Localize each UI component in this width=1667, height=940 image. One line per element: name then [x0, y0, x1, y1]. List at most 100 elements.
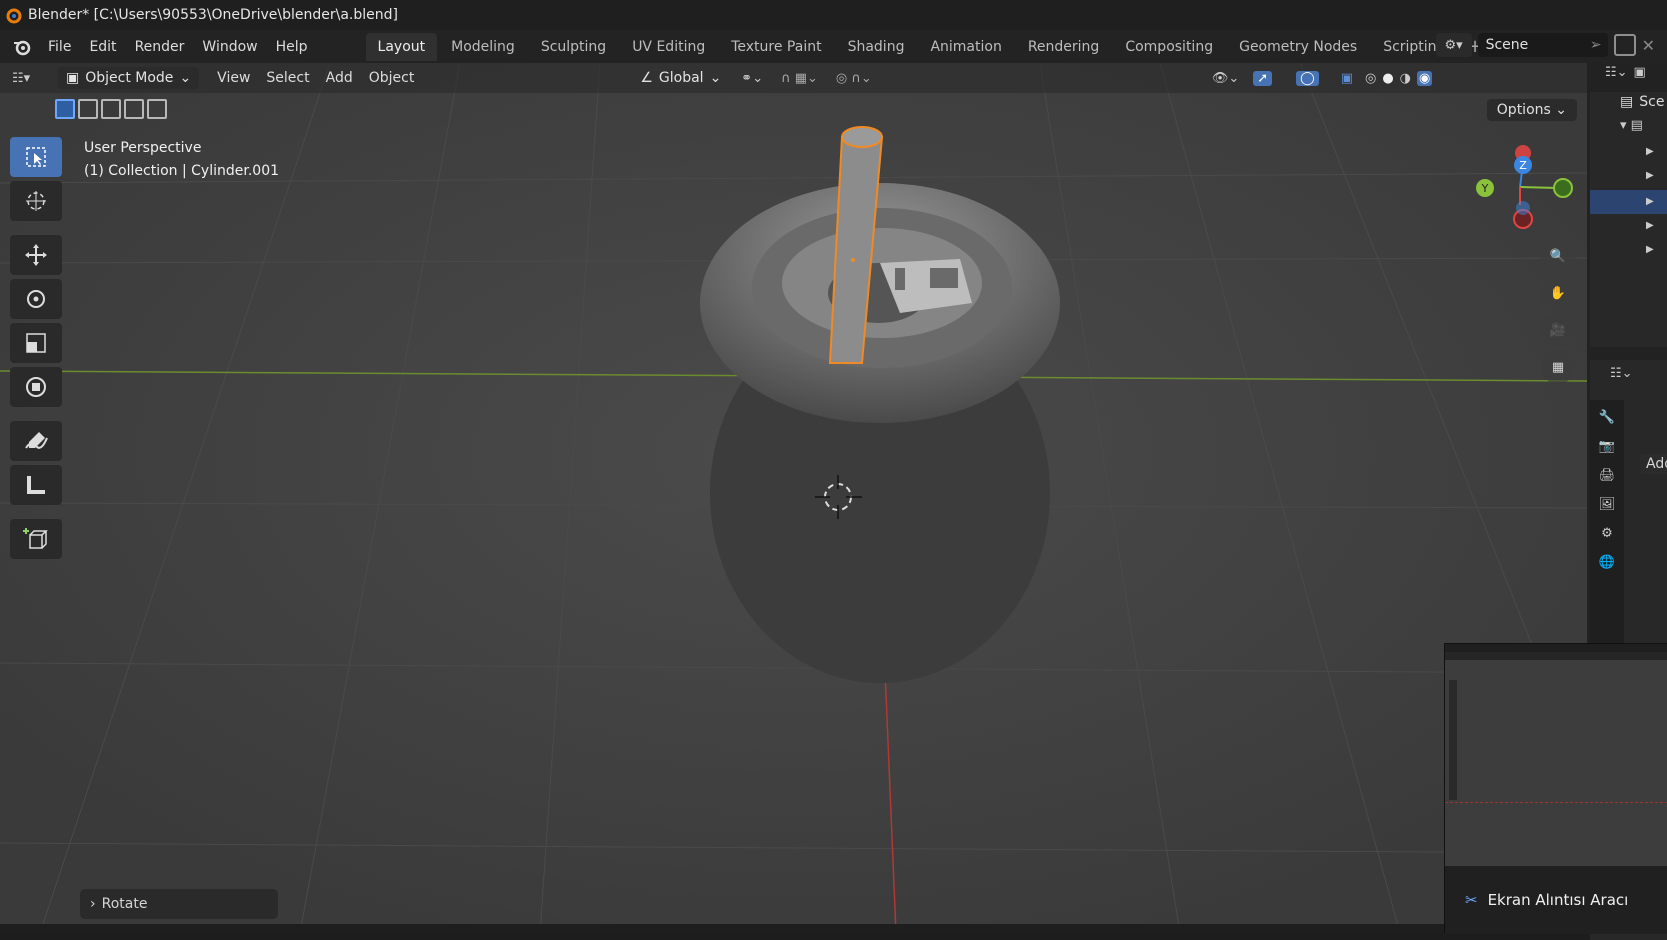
window-titlebar: Blender* [C:\Users\90553\OneDrive\blende…	[0, 0, 1667, 30]
tab-compositing[interactable]: Compositing	[1113, 33, 1225, 61]
workspace-tabs: Layout Modeling Sculpting UV Editing Tex…	[365, 30, 1491, 63]
menu-file[interactable]: File	[40, 35, 79, 59]
select-intersect-icon[interactable]	[147, 99, 167, 119]
select-subtract-icon[interactable]	[101, 99, 121, 119]
mode-label: Object Mode	[85, 70, 174, 86]
properties-add-button[interactable]: Add	[1640, 454, 1667, 474]
visibility-icon[interactable]: 👁⌄	[1212, 71, 1239, 86]
menu-render[interactable]: Render	[127, 35, 193, 59]
pin-icon[interactable]: ➢	[1590, 37, 1602, 53]
pivot-icon[interactable]: ⚭⌄	[741, 71, 763, 86]
wireframe-shading-icon[interactable]: ◎	[1365, 71, 1376, 86]
tab-layout[interactable]: Layout	[365, 32, 438, 61]
select-extend-icon[interactable]	[78, 99, 98, 119]
chevron-right-icon: ›	[90, 896, 96, 912]
menu-help[interactable]: Help	[268, 35, 316, 59]
menu-object[interactable]: Object	[361, 66, 423, 90]
outliner-row[interactable]: ▶	[1646, 244, 1654, 255]
view-layer-tab-icon[interactable]: 🖼	[1599, 497, 1616, 512]
new-scene-icon[interactable]	[1613, 34, 1636, 56]
move-tool[interactable]	[10, 235, 62, 275]
material-shading-icon[interactable]: ◑	[1400, 71, 1411, 86]
menu-add[interactable]: Add	[318, 66, 361, 90]
tab-geometry-nodes[interactable]: Geometry Nodes	[1227, 33, 1369, 61]
close-scene-icon[interactable]: ✕	[1642, 36, 1655, 55]
annotate-tool[interactable]	[10, 421, 62, 461]
world-tab-icon[interactable]: 🌐	[1599, 555, 1615, 570]
outliner-row[interactable]: ▶	[1646, 146, 1654, 157]
navigation-gizmo[interactable]: Z Y	[1468, 143, 1578, 233]
screenshot-thumbnail[interactable]	[1445, 644, 1667, 866]
scene-tab-icon[interactable]: ⚙	[1601, 526, 1613, 541]
scene-browse-icon[interactable]: ⚙▾	[1435, 33, 1472, 57]
tab-sculpting[interactable]: Sculpting	[529, 33, 618, 61]
editor-type-icon[interactable]: ☷⌄	[1605, 65, 1628, 80]
menu-window[interactable]: Window	[194, 35, 265, 59]
render-tab-icon[interactable]: 📷	[1599, 439, 1615, 454]
ortho-toggle-icon[interactable]: ▦	[1541, 350, 1575, 384]
xray-icon[interactable]: ▣	[1341, 71, 1353, 86]
last-operator-panel[interactable]: › Rotate	[80, 889, 278, 919]
3d-viewport[interactable]: ☷▾ ▣ Object Mode ⌄ View Select Add Objec…	[0, 63, 1587, 933]
blender-menu-icon[interactable]	[8, 33, 36, 61]
window-title: Blender* [C:\Users\90553\OneDrive\blende…	[28, 7, 398, 23]
solid-shading-icon[interactable]: ●	[1382, 71, 1393, 86]
scene-selector: ⚙▾ Scene ➢ ✕	[1435, 33, 1655, 57]
properties-editor-icon[interactable]: ☷⌄	[1610, 366, 1633, 381]
scale-tool[interactable]	[10, 323, 62, 363]
menu-select[interactable]: Select	[258, 66, 317, 90]
rotate-tool[interactable]	[10, 279, 62, 319]
viewport-scene[interactable]	[0, 63, 1587, 933]
viewport-header: ☷▾ ▣ Object Mode ⌄ View Select Add Objec…	[0, 63, 1587, 93]
collection-info: (1) Collection | Cylinder.001	[84, 163, 280, 179]
camera-view-icon[interactable]: 🎥	[1541, 313, 1575, 347]
outliner-panel[interactable]: ▤ Sce ▾ ▤ ▶ ▶ ▶ ▶ ▶	[1590, 92, 1667, 347]
scene-name-field[interactable]: Scene ➢	[1477, 33, 1608, 57]
menu-view[interactable]: View	[209, 66, 258, 90]
cursor-tool[interactable]	[10, 181, 62, 221]
scene-collection-icon: ▤	[1620, 94, 1634, 110]
gizmo-toggle-icon[interactable]: ➚	[1253, 70, 1273, 86]
notification-caption: ✂ Ekran Alıntısı Aracı	[1445, 866, 1667, 934]
mode-dropdown[interactable]: ▣ Object Mode ⌄	[58, 67, 200, 89]
rendered-shading-icon[interactable]: ◉	[1417, 70, 1433, 86]
measure-tool[interactable]	[10, 465, 62, 505]
outliner-row[interactable]: ▾ ▤	[1620, 118, 1643, 133]
tab-animation[interactable]: Animation	[918, 33, 1013, 61]
outliner-scene-label: Sce	[1639, 94, 1665, 110]
options-button[interactable]: Options ⌄	[1486, 99, 1577, 121]
tab-modeling[interactable]: Modeling	[439, 33, 527, 61]
output-tab-icon[interactable]: 🖨	[1599, 468, 1616, 483]
tab-texture-paint[interactable]: Texture Paint	[719, 33, 833, 61]
outliner-row-selected[interactable]: ▶	[1590, 190, 1667, 214]
pan-hand-icon[interactable]: ✋	[1541, 276, 1575, 310]
outliner-row[interactable]: ▶	[1646, 170, 1654, 181]
tool-tab-icon[interactable]: 🔧	[1599, 410, 1615, 425]
snipping-tool-icon: ✂	[1465, 891, 1478, 909]
tab-rendering[interactable]: Rendering	[1016, 33, 1112, 61]
transform-orientation-dropdown[interactable]: ∠ Global ⌄	[632, 67, 729, 89]
chevron-down-icon: ⌄	[709, 70, 722, 86]
chevron-down-icon: ⌄	[179, 70, 192, 86]
shading-modes: ◎ ● ◑ ◉	[1365, 70, 1433, 86]
transform-tool[interactable]	[10, 367, 62, 407]
outliner-filter-icon[interactable]: ▣	[1634, 65, 1646, 80]
tab-uv-editing[interactable]: UV Editing	[620, 33, 717, 61]
add-cube-tool[interactable]	[10, 519, 62, 559]
overlay-toggle-icon[interactable]: ◯	[1296, 70, 1319, 86]
outliner-row[interactable]: ▶	[1646, 220, 1654, 231]
zoom-icon[interactable]: 🔍	[1541, 239, 1575, 273]
view-name: User Perspective	[84, 140, 202, 156]
outliner-row-scene[interactable]: ▤ Sce	[1620, 94, 1664, 110]
select-box-tool[interactable]	[10, 137, 62, 177]
select-new-icon[interactable]	[55, 99, 75, 119]
proportional-edit-icon[interactable]: ◎ ∩⌄	[836, 71, 872, 86]
tab-shading[interactable]: Shading	[836, 33, 917, 61]
select-invert-icon[interactable]	[124, 99, 144, 119]
snap-icon[interactable]: ∩ ▦⌄	[781, 71, 818, 86]
menu-edit[interactable]: Edit	[81, 35, 124, 59]
editor-type-icon[interactable]: ☷▾	[12, 71, 48, 86]
screenshot-notification[interactable]: ✂ Ekran Alıntısı Aracı	[1444, 643, 1667, 934]
last-operator-label: Rotate	[101, 896, 148, 912]
object-mode-icon: ▣	[66, 70, 80, 86]
